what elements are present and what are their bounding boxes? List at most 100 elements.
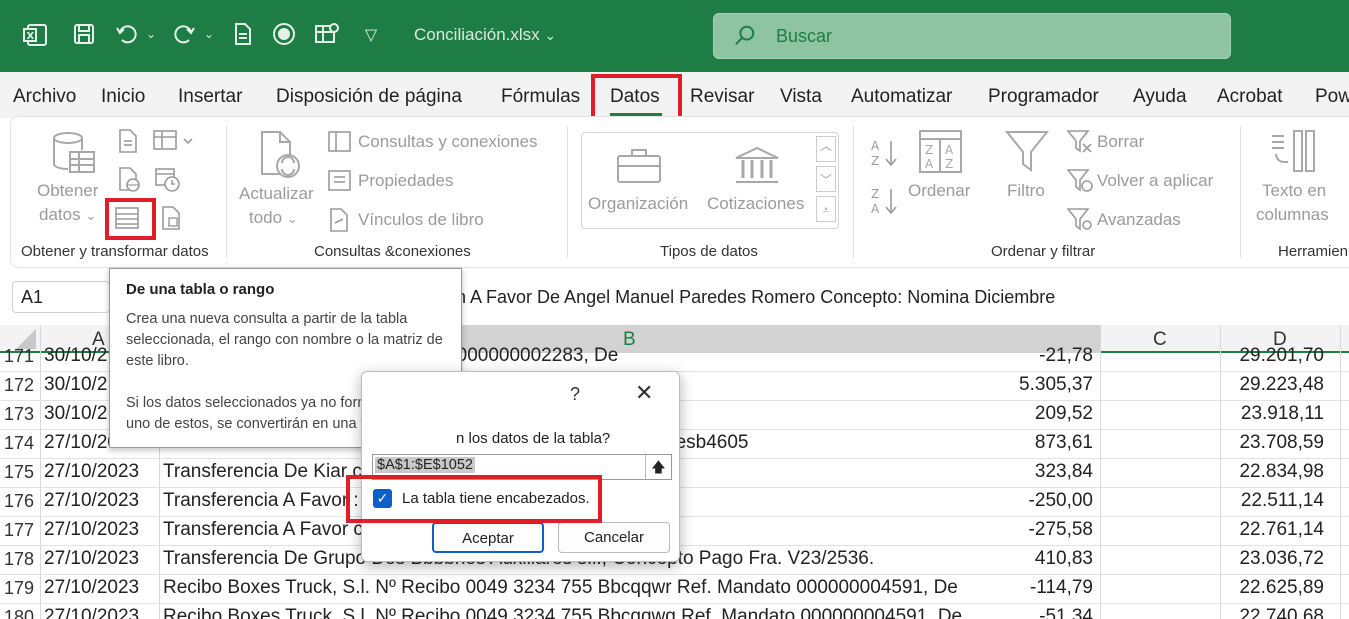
book-links-button[interactable]: Vínculos de libro (358, 210, 484, 230)
from-table-range-icon[interactable] (115, 206, 141, 235)
row-number[interactable]: 171 (4, 346, 34, 367)
cell-amount[interactable]: 209,52 (1035, 403, 1093, 425)
cell-amount[interactable]: -275,58 (1029, 519, 1093, 541)
cell-amount[interactable]: -21,78 (1039, 345, 1093, 367)
cell-description[interactable]: Recibo Boxes Truck, S.l. Nº Recibo 0049 … (163, 606, 1099, 619)
formula-content[interactable]: n A Favor De Angel Manuel Paredes Romero… (456, 287, 1055, 308)
undo-dropdown-icon[interactable]: ⌄ (146, 27, 156, 41)
cell-date[interactable]: 27/10/2023 (44, 548, 139, 570)
excel-logo-icon[interactable]: X (22, 22, 48, 50)
cell-balance[interactable]: 22.834,98 (1239, 461, 1324, 483)
tab-insertar[interactable]: Insertar (178, 86, 242, 108)
organization-button[interactable]: Organización (588, 194, 688, 214)
cancel-button[interactable]: Cancelar (558, 522, 670, 553)
database-icon[interactable] (48, 130, 96, 183)
form-icon[interactable] (314, 22, 340, 50)
tab-ayuda[interactable]: Ayuda (1133, 86, 1187, 108)
filter-button[interactable]: Filtro (1007, 181, 1045, 201)
cell-balance[interactable]: 29.201,70 (1239, 345, 1324, 367)
cell-balance[interactable]: 22.511,14 (1241, 490, 1324, 512)
sort-az-icon[interactable]: AZ (871, 138, 901, 173)
text-to-columns-label-2[interactable]: columnas (1256, 205, 1329, 225)
text-to-columns-label[interactable]: Texto en (1262, 181, 1326, 201)
collapse-dialog-icon[interactable]: 🡅 (645, 455, 671, 479)
cell-amount[interactable]: 873,61 (1035, 432, 1093, 454)
tab-revisar[interactable]: Revisar (690, 86, 754, 108)
tab-programador[interactable]: Programador (988, 86, 1099, 108)
sort-button[interactable]: Ordenar (908, 181, 970, 201)
redo-dropdown-icon[interactable]: ⌄ (204, 27, 214, 41)
get-data-label[interactable]: Obtener (37, 181, 98, 201)
from-picture-icon[interactable] (153, 129, 193, 158)
clear-button[interactable]: Borrar (1097, 132, 1144, 152)
quotes-button[interactable]: Cotizaciones (707, 194, 804, 214)
tab-archivo[interactable]: Archivo (13, 86, 76, 108)
row-number[interactable]: 180 (4, 607, 34, 619)
cell-amount[interactable]: -114,79 (1030, 577, 1093, 599)
cell-date[interactable]: 27/10/2023 (44, 490, 139, 512)
row-number[interactable]: 175 (4, 462, 34, 483)
name-box[interactable]: A1 (12, 281, 110, 313)
advanced-button[interactable]: Avanzadas (1097, 210, 1181, 230)
cell-date[interactable]: 30/10/2 (44, 374, 107, 396)
accept-button[interactable]: Aceptar (432, 522, 544, 553)
cell-balance[interactable]: 23.036,72 (1239, 548, 1324, 570)
cell-date[interactable]: 27/10/2023 (44, 577, 139, 599)
close-icon[interactable]: ✕ (635, 380, 653, 406)
gallery-more-button[interactable]: ⩡ (816, 196, 836, 222)
refresh-label-2[interactable]: todo ⌄ (249, 208, 298, 228)
organization-icon[interactable] (616, 148, 662, 189)
cell-balance[interactable]: 22.740,68 (1239, 606, 1324, 619)
tab-vista[interactable]: Vista (780, 86, 822, 108)
reapply-button[interactable]: Volver a aplicar (1097, 171, 1213, 191)
from-web-icon[interactable] (117, 167, 141, 198)
cell-date[interactable]: 30/10/2 (44, 403, 107, 425)
row-number[interactable]: 173 (4, 404, 34, 425)
cell-balance[interactable]: 22.761,14 (1239, 519, 1324, 541)
tab-acrobat[interactable]: Acrobat (1217, 86, 1282, 108)
existing-connections-icon[interactable] (160, 206, 182, 235)
row-number[interactable]: 176 (4, 491, 34, 512)
get-data-label-2[interactable]: datos ⌄ (39, 205, 96, 225)
refresh-all-icon[interactable] (254, 130, 304, 185)
save-icon[interactable] (71, 22, 97, 50)
sort-dialog-icon[interactable]: ZAAZ (919, 130, 963, 179)
cell-amount[interactable]: 323,84 (1035, 461, 1093, 483)
cell-balance[interactable]: 29.223,48 (1239, 374, 1324, 396)
from-text-icon[interactable] (117, 129, 139, 158)
print-preview-icon[interactable] (230, 22, 256, 50)
tab-automatizar[interactable]: Automatizar (851, 86, 952, 108)
cell-date[interactable]: 27/10/2023 (44, 519, 139, 541)
row-number[interactable]: 174 (4, 433, 34, 454)
undo-icon[interactable] (113, 22, 139, 50)
properties-button[interactable]: Propiedades (358, 171, 453, 191)
help-button[interactable]: ? (570, 384, 580, 405)
cell-description[interactable]: Recibo Boxes Truck, S.l. Nº Recibo 0049 … (163, 577, 1099, 599)
tab-power[interactable]: Pow (1315, 86, 1349, 108)
text-to-columns-icon[interactable] (1270, 130, 1316, 179)
cell-balance[interactable]: 23.918,11 (1241, 403, 1324, 425)
tab-inicio[interactable]: Inicio (101, 86, 145, 108)
row-number[interactable]: 179 (4, 578, 34, 599)
cell-balance[interactable]: 23.708,59 (1239, 432, 1324, 454)
cell-amount[interactable]: 410,83 (1035, 548, 1093, 570)
cell-date[interactable]: 27/10/2023 (44, 606, 139, 619)
search-box[interactable]: Buscar (713, 13, 1231, 59)
tab-formulas[interactable]: Fórmulas (501, 86, 580, 108)
cell-balance[interactable]: 22.625,89 (1239, 577, 1324, 599)
file-name[interactable]: Conciliación.xlsx ⌄ (414, 25, 556, 45)
row-number[interactable]: 172 (4, 375, 34, 396)
quotes-icon[interactable] (734, 146, 780, 191)
refresh-label[interactable]: Actualizar (239, 184, 314, 204)
cell-amount[interactable]: 5.305,37 (1019, 374, 1093, 396)
record-icon[interactable] (271, 22, 297, 50)
gallery-up-button[interactable]: ︿ (816, 136, 836, 162)
redo-icon[interactable] (172, 22, 198, 50)
tab-disposicion[interactable]: Disposición de página (276, 86, 462, 108)
filter-icon[interactable] (1004, 130, 1050, 179)
cell-amount[interactable]: -250,00 (1029, 490, 1093, 512)
row-number[interactable]: 177 (4, 520, 34, 541)
queries-connections-button[interactable]: Consultas y conexiones (358, 132, 538, 152)
recent-sources-icon[interactable] (155, 167, 181, 198)
customize-icon[interactable]: ▽ (358, 22, 384, 50)
